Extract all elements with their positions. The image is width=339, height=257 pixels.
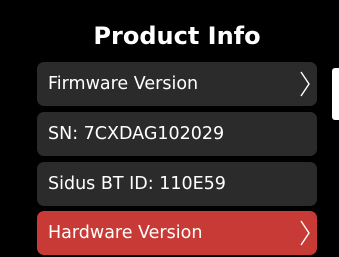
chevron-right-icon: [300, 71, 310, 97]
menu-item-sidus-bt-id[interactable]: Sidus BT ID: 110E59: [37, 162, 317, 206]
menu-item-firmware-version[interactable]: Firmware Version: [37, 62, 317, 106]
page-title: Product Info: [93, 22, 261, 50]
scrollbar-thumb[interactable]: [332, 68, 339, 120]
product-info-screen: Product Info Firmware Version SN: 7CXDAG…: [0, 0, 339, 257]
menu-item-label: Hardware Version: [48, 223, 203, 243]
menu-item-label: SN: 7CXDAG102029: [48, 124, 225, 144]
menu-item-hardware-version[interactable]: Hardware Version: [37, 211, 317, 255]
menu-item-label: Sidus BT ID: 110E59: [48, 174, 226, 194]
menu-item-label: Firmware Version: [48, 74, 199, 94]
menu-item-serial-number[interactable]: SN: 7CXDAG102029: [37, 112, 317, 156]
chevron-right-icon: [300, 220, 310, 246]
